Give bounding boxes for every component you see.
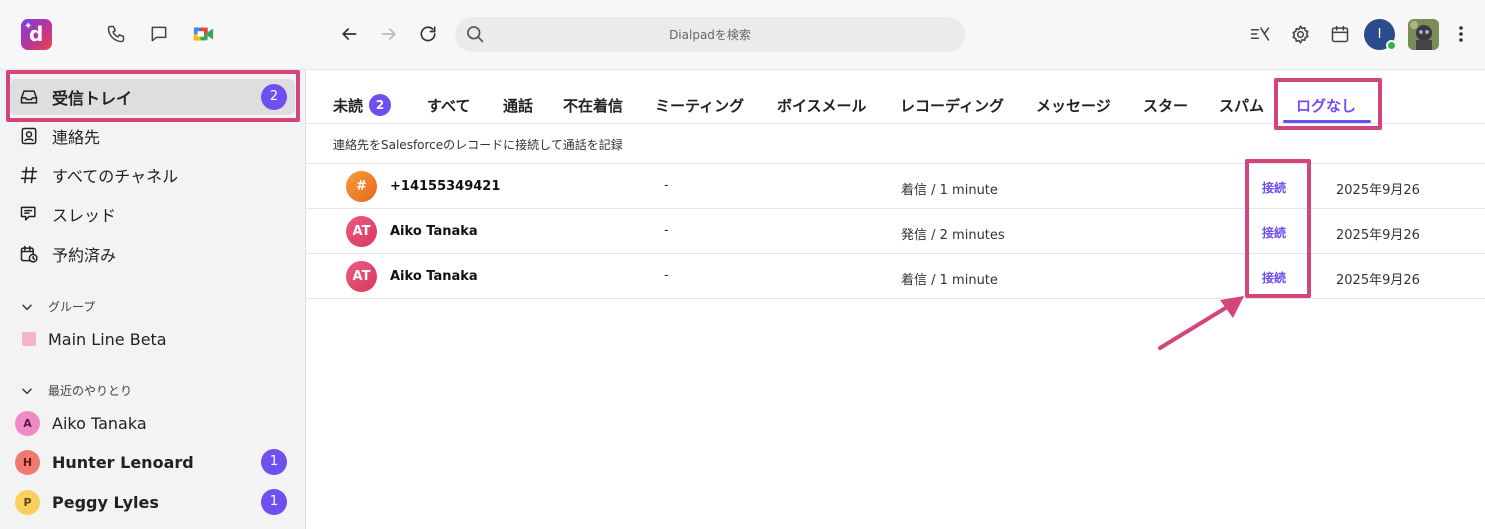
tab-voicemail[interactable]: ボイスメール	[777, 95, 867, 116]
contacts-icon	[18, 125, 40, 147]
contact-avatar: A	[15, 410, 40, 436]
highlight-box-connect-links	[1245, 159, 1311, 298]
call-type: 着信 / 1 minute	[901, 273, 998, 288]
unread-count-badge: 2	[369, 93, 392, 116]
caller-avatar: AT	[346, 261, 377, 292]
gear-icon[interactable]	[1289, 23, 1311, 45]
contact-placeholder: -	[664, 268, 669, 283]
meet-video-icon[interactable]	[193, 23, 215, 45]
search-placeholder: Dialpadを検索	[669, 28, 751, 42]
no-call-icon[interactable]	[1249, 23, 1271, 45]
chevron-down-icon	[20, 384, 34, 398]
tab-meetings[interactable]: ミーティング	[655, 95, 744, 116]
recent-section-header[interactable]: 最近のやりとり	[20, 382, 132, 399]
tab-missed-calls[interactable]: 不在着信	[563, 95, 623, 116]
threads-icon	[18, 203, 40, 225]
caller-name: Aiko Tanaka	[390, 269, 478, 284]
call-date: 2025年9月26	[1336, 273, 1420, 288]
back-arrow-icon[interactable]	[338, 23, 360, 45]
caller-name: Aiko Tanaka	[390, 224, 478, 239]
contact-name: Aiko Tanaka	[52, 413, 147, 433]
recent-contact-item[interactable]: P Peggy Lyles 1	[10, 484, 295, 520]
online-status-dot	[1386, 40, 1397, 51]
calendar-icon[interactable]	[1329, 23, 1351, 45]
sidebar-item-label: スレッド	[52, 206, 117, 225]
user-avatar[interactable]: I	[1364, 19, 1397, 51]
salesforce-hint-text: 連絡先をSalesforceのレコードに接続して通話を記録	[333, 138, 623, 152]
recent-contact-item[interactable]: H Hunter Lenoard 1	[10, 444, 295, 480]
annotation-arrow-icon	[1158, 296, 1244, 350]
tab-calls[interactable]: 通話	[503, 95, 533, 116]
profile-photo[interactable]	[1408, 19, 1439, 50]
tab-recordings[interactable]: レコーディング	[900, 95, 1004, 116]
scheduled-calendar-icon	[18, 243, 40, 265]
contact-placeholder: -	[664, 178, 669, 193]
contact-name: Hunter Lenoard	[52, 452, 194, 472]
caller-name: +14155349421	[390, 179, 501, 194]
sidebar: 受信トレイ 2 連絡先 すべてのチャネル スレッド 予約済み グループ Main…	[0, 70, 306, 529]
sidebar-item-all-channels[interactable]: すべてのチャネル	[10, 157, 295, 193]
contact-avatar: P	[15, 489, 40, 515]
sidebar-item-threads[interactable]: スレッド	[10, 196, 295, 232]
phone-icon[interactable]	[105, 23, 127, 45]
caller-avatar: AT	[346, 216, 377, 247]
reload-icon[interactable]	[417, 23, 439, 45]
tab-messages[interactable]: メッセージ	[1036, 95, 1111, 116]
contact-placeholder: -	[664, 223, 669, 238]
forward-arrow-icon[interactable]	[378, 23, 400, 45]
recent-contact-item[interactable]: A Aiko Tanaka	[10, 405, 295, 441]
call-date: 2025年9月26	[1336, 183, 1420, 198]
call-type: 着信 / 1 minute	[901, 183, 998, 198]
tab-all[interactable]: すべて	[427, 95, 470, 116]
sidebar-group-main-line-beta[interactable]: Main Line Beta	[10, 321, 295, 357]
tab-unread[interactable]: 未読 2	[333, 93, 392, 118]
highlight-box-unlogged-tab	[1274, 78, 1382, 130]
unread-count-badge: 1	[261, 489, 287, 515]
hash-icon	[18, 164, 40, 186]
caller-avatar: #	[346, 171, 377, 202]
groups-section-header[interactable]: グループ	[20, 298, 95, 315]
search-bar[interactable]: Dialpadを検索	[455, 17, 965, 52]
dialpad-logo[interactable]: ✦ d	[21, 19, 52, 50]
contact-avatar: H	[15, 449, 40, 475]
contact-name: Peggy Lyles	[52, 492, 159, 512]
more-vertical-icon[interactable]	[1450, 23, 1472, 45]
sidebar-item-label: Main Line Beta	[48, 329, 167, 349]
unread-count-badge: 1	[261, 449, 287, 475]
sidebar-item-label: 連絡先	[52, 128, 101, 147]
group-color-square	[22, 332, 36, 346]
chat-icon[interactable]	[148, 23, 170, 45]
sidebar-item-label: すべてのチャネル	[52, 167, 179, 186]
chevron-down-icon	[20, 300, 34, 314]
sidebar-item-label: 予約済み	[52, 246, 117, 265]
dialpad-d-glyph: d	[29, 22, 44, 46]
tab-spam[interactable]: スパム	[1219, 95, 1264, 116]
sidebar-item-scheduled[interactable]: 予約済み	[10, 236, 295, 272]
sidebar-item-contacts[interactable]: 連絡先	[10, 118, 295, 154]
highlight-box-inbox	[6, 70, 300, 122]
tab-starred[interactable]: スター	[1143, 95, 1188, 116]
top-bar: ✦ d Dialpadを検索 I	[0, 0, 1485, 70]
call-date: 2025年9月26	[1336, 228, 1420, 243]
call-type: 発信 / 2 minutes	[901, 228, 1005, 243]
